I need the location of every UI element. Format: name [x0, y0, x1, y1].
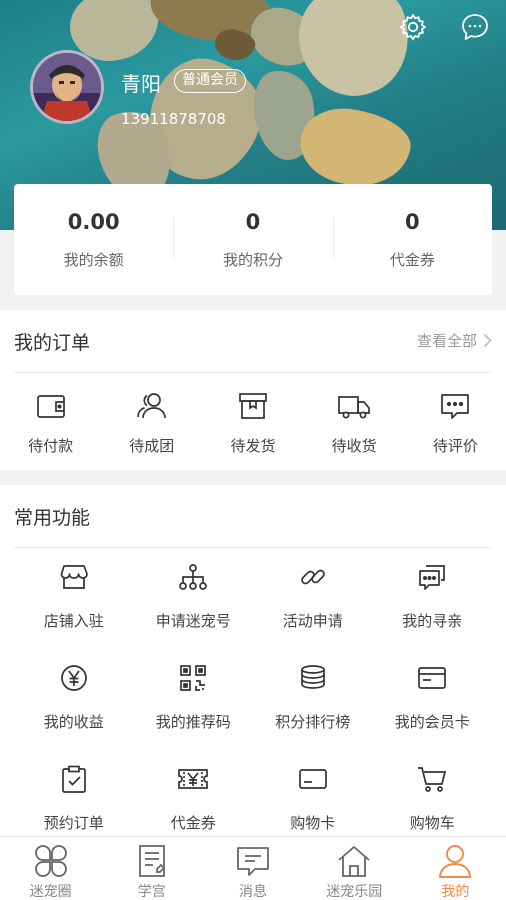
feature-store-join[interactable]: 店铺入驻: [14, 560, 134, 631]
stat-vouchers[interactable]: 0 代金券: [332, 209, 492, 270]
store-icon: [60, 565, 88, 589]
tab-label: 消息: [239, 884, 267, 900]
messages-button[interactable]: [458, 10, 492, 44]
person-icon: [439, 845, 472, 878]
order-pending-shipment[interactable]: 待发货: [202, 390, 303, 456]
group-icon: [136, 393, 166, 419]
tab-academy[interactable]: 学宫: [101, 837, 202, 900]
feature-my-earnings[interactable]: 我的收益: [14, 661, 134, 732]
tab-mine[interactable]: 我的: [405, 837, 506, 900]
stat-label: 代金券: [389, 251, 435, 269]
feature-shopping-card[interactable]: 购物卡: [253, 762, 373, 833]
order-status-row: 待付款 待成团 待发货 待收货 待评价: [0, 390, 506, 456]
box-icon: [239, 393, 267, 419]
feature-label: 店铺入驻: [43, 612, 104, 630]
view-all-label: 查看全部: [416, 332, 477, 350]
gear-icon: [400, 14, 426, 41]
chat-cards-icon: [419, 565, 446, 590]
chevron-right-icon: [483, 333, 492, 348]
feature-grid: 店铺入驻 申请迷宠号 活动申请 我的寻亲 我的收益 我的推荐码 积分排行榜 我的…: [14, 560, 492, 833]
home-icon: [338, 846, 370, 877]
feature-label: 积分排行榜: [275, 713, 351, 731]
stat-balance[interactable]: 0.00 我的余额: [14, 209, 173, 270]
orders-section: 我的订单 查看全部 待付款 待成团 待发货 待收货 待评价: [0, 310, 506, 470]
voucher-icon: [178, 769, 209, 789]
message-icon: [237, 847, 269, 876]
order-status-label: 待评价: [432, 437, 478, 455]
coin-stack-icon: [300, 665, 325, 689]
order-pending-payment[interactable]: 待付款: [0, 390, 101, 456]
stat-value: 0: [245, 210, 261, 234]
stat-value: 0.00: [67, 210, 120, 234]
stat-label: 我的余额: [63, 251, 124, 269]
clipboard-check-icon: [61, 765, 86, 793]
tab-label: 学宫: [137, 884, 166, 900]
feature-booking-orders[interactable]: 预约订单: [14, 762, 134, 833]
feature-shopping-cart[interactable]: 购物车: [373, 762, 493, 833]
stat-value: 0: [405, 210, 420, 234]
divider: [14, 547, 492, 548]
tab-label: 迷宠圈: [29, 884, 72, 900]
username: 青阳: [121, 72, 161, 96]
section-title: 常用功能: [14, 507, 91, 529]
feature-vouchers[interactable]: 代金券: [134, 762, 254, 833]
feature-label: 我的寻亲: [402, 612, 463, 630]
feature-label: 我的推荐码: [155, 713, 231, 731]
tab-messages[interactable]: 消息: [202, 837, 303, 900]
stat-label: 我的积分: [222, 251, 283, 269]
account-stats-card: 0.00 我的余额 0 我的积分 0 代金券: [14, 184, 492, 295]
link-icon: [300, 569, 325, 585]
feature-event-apply[interactable]: 活动申请: [253, 560, 373, 631]
feature-label: 我的收益: [43, 713, 104, 731]
feature-label: 申请迷宠号: [155, 612, 231, 630]
feature-member-card[interactable]: 我的会员卡: [373, 661, 493, 732]
card-icon: [298, 769, 327, 789]
feature-label: 我的会员卡: [394, 713, 470, 731]
chat-bubble-icon: [462, 14, 488, 40]
common-features-section: 常用功能 店铺入驻 申请迷宠号 活动申请 我的寻亲 我的收益 我的推荐码 积分排…: [0, 485, 506, 840]
cart-icon: [418, 767, 447, 792]
stat-points[interactable]: 0 我的积分: [173, 209, 332, 270]
qrcode-icon: [180, 665, 207, 691]
view-all-orders-link[interactable]: 查看全部: [417, 330, 492, 351]
tab-label: 迷宠乐园: [326, 884, 383, 900]
avatar[interactable]: [30, 50, 104, 124]
feature-referral-code[interactable]: 我的推荐码: [134, 661, 254, 732]
feature-my-search[interactable]: 我的寻亲: [373, 560, 493, 631]
feature-label: 预约订单: [43, 814, 104, 832]
wallet-icon: [36, 395, 65, 418]
bottom-tab-bar: 迷宠圈 学宫 消息 迷宠乐园 我的: [0, 836, 506, 900]
divider: [14, 372, 492, 373]
feature-label: 购物车: [409, 814, 455, 832]
feature-label: 活动申请: [282, 612, 343, 630]
feature-apply-account[interactable]: 申请迷宠号: [134, 560, 254, 631]
settings-button[interactable]: [396, 10, 430, 44]
notebook-icon: [138, 845, 166, 877]
order-status-label: 待发货: [230, 437, 276, 455]
order-status-label: 待收货: [331, 437, 377, 455]
order-status-label: 待付款: [28, 437, 74, 455]
order-pending-group[interactable]: 待成团: [101, 390, 202, 456]
tab-circle[interactable]: 迷宠圈: [0, 837, 101, 900]
feature-label: 购物卡: [290, 814, 336, 832]
member-level-badge[interactable]: 普通会员: [174, 69, 246, 93]
order-pending-receipt[interactable]: 待收货: [304, 390, 405, 456]
feature-points-leaderboard[interactable]: 积分排行榜: [253, 661, 373, 732]
background-stone: [295, 102, 415, 193]
order-status-label: 待成团: [129, 437, 175, 455]
phone-number: 13911878708: [121, 110, 226, 128]
comment-icon: [441, 394, 470, 419]
circles-icon: [34, 845, 67, 877]
tab-label: 我的: [441, 884, 470, 900]
member-card-icon: [418, 667, 447, 689]
hierarchy-icon: [179, 564, 208, 590]
feature-label: 代金券: [170, 814, 216, 832]
section-title: 我的订单: [14, 332, 91, 354]
yen-icon: [60, 665, 87, 691]
truck-icon: [338, 396, 371, 419]
avatar-image: [33, 53, 101, 121]
order-pending-review[interactable]: 待评价: [405, 390, 506, 456]
tab-park[interactable]: 迷宠乐园: [304, 837, 405, 900]
